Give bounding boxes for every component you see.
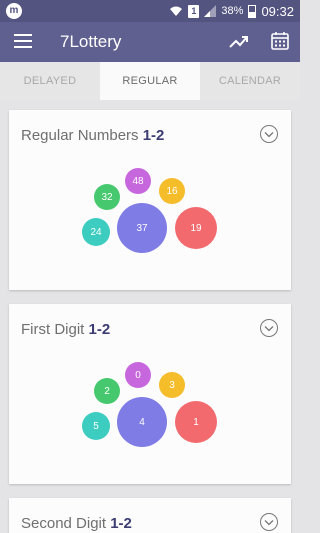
number-ball: 1 bbox=[175, 401, 217, 443]
status-time: 09:32 bbox=[261, 3, 294, 19]
calendar-icon[interactable] bbox=[270, 31, 290, 51]
card-title-text: First Digit bbox=[21, 321, 89, 338]
tab-calendar[interactable]: CALENDAR bbox=[200, 62, 300, 100]
app-bar: 7Lottery bbox=[0, 22, 300, 62]
number-ball: 0 bbox=[125, 362, 151, 388]
tab-regular[interactable]: REGULAR bbox=[100, 62, 200, 100]
menu-icon[interactable] bbox=[14, 34, 32, 48]
tab-bar: DELAYED REGULAR CALENDAR bbox=[0, 62, 300, 100]
tab-delayed[interactable]: DELAYED bbox=[0, 62, 100, 100]
number-ball: 37 bbox=[117, 203, 167, 253]
battery-icon bbox=[248, 4, 257, 18]
card-regular-numbers: Regular Numbers 1-2 48 32 16 24 37 19 bbox=[9, 110, 291, 290]
card-title-text: Regular Numbers bbox=[21, 127, 143, 144]
card-second-digit: Second Digit 1-2 bbox=[9, 498, 291, 533]
number-ball: 3 bbox=[159, 372, 185, 398]
number-ball: 5 bbox=[82, 412, 110, 440]
signal-icon bbox=[204, 5, 217, 17]
trending-up-icon[interactable] bbox=[228, 31, 250, 53]
wifi-icon bbox=[170, 6, 183, 16]
chevron-down-icon[interactable] bbox=[259, 318, 279, 338]
card-title-range: 1-2 bbox=[110, 515, 132, 532]
chevron-down-icon[interactable] bbox=[259, 124, 279, 144]
number-ball: 24 bbox=[82, 218, 110, 246]
card-first-digit: First Digit 1-2 0 2 3 5 4 1 bbox=[9, 304, 291, 484]
card-title: Regular Numbers 1-2 bbox=[21, 127, 164, 144]
card-title-range: 1-2 bbox=[88, 321, 111, 338]
number-ball: 48 bbox=[125, 168, 151, 194]
number-ball: 19 bbox=[175, 207, 217, 249]
app-notification-icon: m bbox=[6, 3, 22, 19]
card-title-text: Second Digit bbox=[21, 515, 111, 532]
card-title: First Digit 1-2 bbox=[21, 321, 110, 338]
chevron-down-icon[interactable] bbox=[259, 512, 279, 532]
number-ball: 32 bbox=[94, 184, 120, 210]
number-ball: 2 bbox=[94, 378, 120, 404]
sim-icon: 1 bbox=[188, 4, 200, 18]
status-bar: m 1 38% 09:32 bbox=[0, 0, 300, 22]
number-ball: 16 bbox=[159, 178, 185, 204]
card-title: Second Digit 1-2 bbox=[21, 515, 132, 532]
number-ball: 4 bbox=[117, 397, 167, 447]
status-indicators: 1 38% 09:32 bbox=[169, 0, 294, 22]
card-title-range: 1-2 bbox=[142, 127, 165, 144]
battery-percent: 38% bbox=[221, 5, 244, 17]
app-title: 7Lottery bbox=[60, 32, 122, 51]
